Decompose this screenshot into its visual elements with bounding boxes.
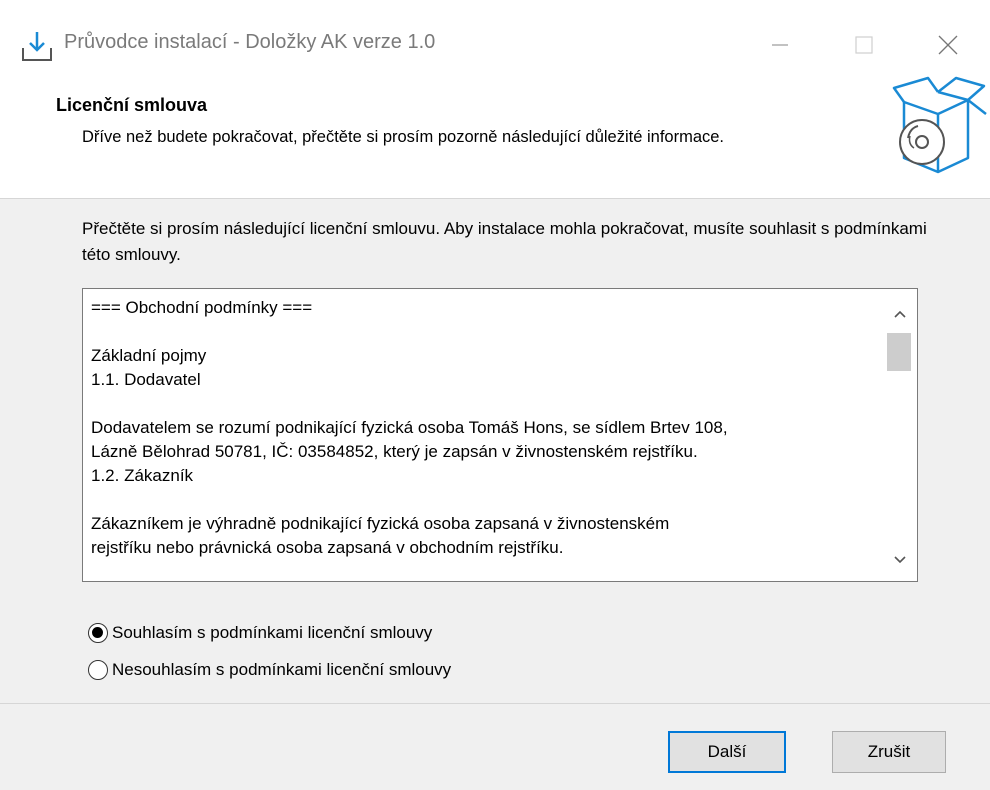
page-description: Dříve než budete pokračovat, přečtěte si…	[82, 128, 725, 146]
license-line: 1.2. Zákazník	[91, 466, 194, 485]
next-button[interactable]: Další	[668, 731, 786, 773]
close-icon	[938, 35, 958, 55]
license-line	[91, 392, 891, 416]
chevron-down-icon	[894, 556, 906, 564]
accept-label: Souhlasím s podmínkami licenční smlouvy	[112, 623, 433, 642]
window-title: Průvodce instalací - Doložky AK verze 1.…	[64, 31, 436, 53]
decline-radio[interactable]	[88, 660, 108, 680]
decline-label: Nesouhlasím s podmínkami licenční smlouv…	[112, 660, 452, 679]
license-text: === Obchodní podmínky === Základní pojmy…	[91, 296, 891, 560]
scroll-up-button[interactable]	[883, 297, 917, 331]
license-line: 1.1. Dodavatel	[91, 370, 201, 389]
license-scrollbar[interactable]	[883, 289, 917, 581]
title-bar: Průvodce instalací - Doložky AK verze 1.…	[0, 0, 990, 88]
license-line: Zákazníkem je výhradně podnikající fyzic…	[91, 514, 670, 533]
scroll-thumb[interactable]	[887, 333, 911, 371]
close-button[interactable]	[920, 20, 976, 70]
license-line: === Obchodní podmínky ===	[91, 298, 313, 317]
license-line: Základní pojmy	[91, 346, 207, 365]
software-box-icon	[892, 76, 987, 174]
license-line: Lázně Bělohrad 50781, IČ: 03584852, kter…	[91, 442, 698, 461]
page-title: Licenční smlouva	[56, 95, 208, 115]
license-textbox[interactable]: === Obchodní podmínky === Základní pojmy…	[82, 288, 918, 582]
license-line	[91, 320, 891, 344]
license-instructions: Přečtěte si prosím následující licenční …	[82, 219, 927, 264]
maximize-icon	[855, 36, 873, 54]
license-line: Dodavatelem se rozumí podnikající fyzick…	[91, 418, 728, 437]
wizard-header: Licenční smlouva Dříve než budete pokrač…	[0, 76, 990, 199]
license-line	[91, 488, 891, 512]
decline-option[interactable]: Nesouhlasím s podmínkami licenční smlouv…	[88, 656, 451, 684]
accept-radio[interactable]	[88, 623, 108, 643]
maximize-button[interactable]	[836, 20, 892, 70]
minimize-button[interactable]	[752, 20, 808, 70]
scroll-down-button[interactable]	[883, 543, 917, 577]
chevron-up-icon	[894, 310, 906, 318]
minimize-icon	[772, 44, 788, 46]
installer-download-icon	[22, 32, 52, 61]
cancel-button[interactable]: Zrušit	[832, 731, 946, 773]
accept-option[interactable]: Souhlasím s podmínkami licenční smlouvy	[88, 619, 432, 647]
footer-separator	[0, 703, 990, 704]
license-line: rejstříku nebo právnická osoba zapsaná v…	[91, 538, 564, 557]
